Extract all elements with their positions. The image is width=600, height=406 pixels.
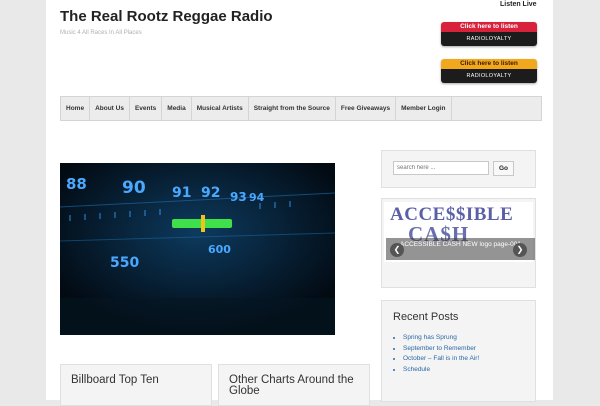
radio-dial-graphic: 88 90 91 92 93 94 600 550 [60,163,335,335]
radioloyalty-logo: RADIOLOYALTY [466,36,512,42]
nav-item-straight-from-the-source[interactable]: Straight from the Source [249,97,336,120]
main-nav: Home About Us Events Media Musical Artis… [60,96,542,121]
site-title[interactable]: The Real Rootz Reggae Radio [60,8,273,25]
search-input[interactable] [393,161,489,175]
recent-posts-widget: Recent Posts Spring has Sprung September… [381,300,536,402]
nav-item-home[interactable]: Home [61,97,91,120]
nav-item-member-login[interactable]: Member Login [396,97,452,120]
dial-number: 91 [172,185,191,201]
dial-number: 550 [110,255,139,271]
dial-number: 93 [230,190,247,204]
dial-number: 88 [66,175,87,193]
nav-item-musical-artists[interactable]: Musical Artists [192,97,249,120]
recent-posts-title: Recent Posts [393,311,459,323]
recent-post-link[interactable]: Spring has Sprung [403,333,479,344]
nav-item-events[interactable]: Events [130,97,163,120]
nav-item-free-giveaways[interactable]: Free Giveaways [336,97,397,120]
listen-button-label: Click here to listen [441,22,537,32]
dial-number: 90 [122,178,146,198]
recent-post-link[interactable]: Schedule [403,365,479,376]
listen-live-heading: Listen Live [500,1,537,8]
nav-item-media[interactable]: Media [162,97,192,120]
recent-posts-list: Spring has Sprung September to Remember … [393,333,479,375]
accessible-cash-logo[interactable]: ACCE$$IBLE CA$H ACCESSIBLE CASH NEW logo… [384,202,535,262]
listen-button-label: Click here to listen [441,59,537,69]
recent-post-link[interactable]: September to Remember [403,344,479,355]
dial-number: 600 [208,243,231,256]
slider-next-arrow-icon[interactable]: ❯ [513,243,527,257]
search-go-button[interactable]: Go [493,161,514,176]
listen-button-1[interactable]: Click here to listen RADIOLOYALTY [441,22,537,46]
search-widget: Go [381,150,536,188]
recent-post-link[interactable]: October – Fall is in the Air! [403,354,479,365]
site-tagline: Music 4 All Races In All Places [60,30,142,36]
radioloyalty-logo: RADIOLOYALTY [466,73,512,79]
other-charts-title: Other Charts Around the Globe [229,374,354,397]
ad-slider-widget: ACCE$$IBLE CA$H ACCESSIBLE CASH NEW logo… [381,198,536,288]
listen-button-2[interactable]: Click here to listen RADIOLOYALTY [441,59,537,83]
nav-item-about-us[interactable]: About Us [90,97,130,120]
page-container: The Real Rootz Reggae Radio Music 4 All … [46,0,553,406]
dial-number: 94 [249,191,265,204]
slider-prev-arrow-icon[interactable]: ❮ [390,243,404,257]
hero-radio-dial-image: 88 90 91 92 93 94 600 550 [60,163,335,335]
dial-number: 92 [201,185,220,201]
billboard-title: Billboard Top Ten [71,374,159,386]
